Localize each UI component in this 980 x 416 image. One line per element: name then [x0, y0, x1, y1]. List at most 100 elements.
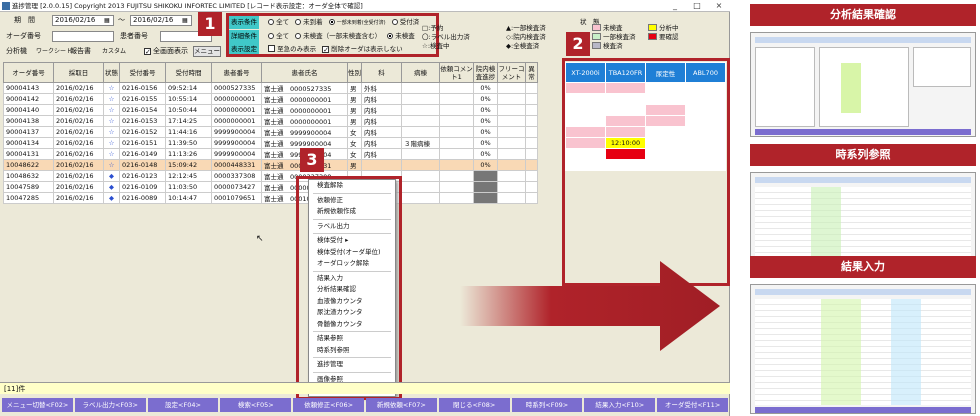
table-cell[interactable]: [401, 170, 440, 182]
table-cell[interactable]: 90004131: [3, 148, 54, 160]
table-cell[interactable]: 0000000001: [211, 115, 262, 127]
col-progress[interactable]: 院内検査進捗: [473, 62, 498, 83]
table-cell[interactable]: 0216-0109: [119, 181, 166, 193]
table-cell[interactable]: 富士通 0000000001: [261, 115, 348, 127]
table-cell[interactable]: ☆: [103, 137, 120, 149]
table-cell[interactable]: 0%: [473, 115, 498, 127]
table-cell[interactable]: 2016/02/16: [53, 115, 104, 127]
table-cell[interactable]: 0000337308: [211, 170, 262, 182]
table-cell[interactable]: 10:55:14: [165, 93, 212, 105]
table-cell[interactable]: [497, 126, 526, 138]
table-cell[interactable]: 15:09:42: [165, 159, 212, 171]
table-cell[interactable]: 内科: [361, 104, 402, 116]
table-cell[interactable]: [439, 82, 474, 94]
table-cell[interactable]: ☆: [103, 148, 120, 160]
table-cell[interactable]: 2016/02/16: [53, 192, 104, 204]
table-cell[interactable]: 12:12:45: [165, 170, 212, 182]
table-cell[interactable]: [473, 170, 498, 182]
table-cell[interactable]: 0%: [473, 137, 498, 149]
table-cell[interactable]: [439, 93, 474, 105]
table-cell[interactable]: [525, 159, 538, 171]
table-cell[interactable]: [497, 159, 526, 171]
table-cell[interactable]: [497, 170, 526, 182]
table-cell[interactable]: 09:52:14: [165, 82, 212, 94]
function-key-button[interactable]: 依頼修正<F06>: [293, 398, 364, 412]
table-cell[interactable]: 11:39:50: [165, 137, 212, 149]
table-row[interactable]: 10048632 2016/02/16 ◆ 0216-0123 12:12:45 0000…: [3, 170, 538, 182]
table-cell[interactable]: ３階病棟: [401, 137, 440, 149]
table-row[interactable]: 90004138 2016/02/16 ☆ 0216-0153 17:14:25 0000…: [3, 115, 538, 127]
table-cell[interactable]: 11:03:50: [165, 181, 212, 193]
table-cell[interactable]: [497, 181, 526, 193]
table-cell[interactable]: 0000000001: [211, 93, 262, 105]
table-cell[interactable]: 2016/02/16: [53, 181, 104, 193]
col-collect-date[interactable]: 採取日: [53, 62, 104, 83]
table-cell[interactable]: [401, 82, 440, 94]
table-cell[interactable]: 10047285: [3, 192, 54, 204]
table-cell[interactable]: ☆: [103, 82, 120, 94]
table-cell[interactable]: [525, 126, 538, 138]
table-row[interactable]: 90004134 2016/02/16 ☆ 0216-0151 11:39:50 9999…: [3, 137, 538, 149]
maximize-icon[interactable]: □: [686, 0, 708, 11]
table-cell[interactable]: 2016/02/16: [53, 104, 104, 116]
table-cell[interactable]: 2016/02/16: [53, 170, 104, 182]
table-cell[interactable]: ◆: [103, 181, 120, 193]
table-cell[interactable]: [497, 82, 526, 94]
table-cell[interactable]: 0000073427: [211, 181, 262, 193]
table-cell[interactable]: 90004140: [3, 104, 54, 116]
table-cell[interactable]: 90004143: [3, 82, 54, 94]
table-cell[interactable]: ◆: [103, 170, 120, 182]
table-cell[interactable]: [401, 104, 440, 116]
table-cell[interactable]: 11:13:26: [165, 148, 212, 160]
table-cell[interactable]: 0216-0123: [119, 170, 166, 182]
table-cell[interactable]: [525, 137, 538, 149]
table-cell[interactable]: 女: [347, 137, 362, 149]
table-cell[interactable]: [473, 181, 498, 193]
result-entry-thumbnail[interactable]: [750, 284, 976, 414]
table-cell[interactable]: 9999900004: [211, 126, 262, 138]
table-cell[interactable]: [401, 126, 440, 138]
table-cell[interactable]: 90004138: [3, 115, 54, 127]
table-cell[interactable]: [401, 192, 440, 204]
table-row[interactable]: 10047589 2016/02/16 ◆ 0216-0109 11:03:50 0000…: [3, 181, 538, 193]
table-cell[interactable]: 90004134: [3, 137, 54, 149]
table-cell[interactable]: 女: [347, 126, 362, 138]
table-cell[interactable]: ◆: [103, 192, 120, 204]
table-cell[interactable]: [439, 115, 474, 127]
menu-button[interactable]: メニュー: [193, 46, 221, 57]
close-icon[interactable]: ×: [708, 0, 730, 11]
calendar-icon[interactable]: ▦: [104, 15, 110, 26]
table-cell[interactable]: ☆: [103, 159, 120, 171]
table-cell[interactable]: [439, 137, 474, 149]
table-cell[interactable]: [497, 115, 526, 127]
table-cell[interactable]: 2016/02/16: [53, 93, 104, 105]
table-cell[interactable]: 富士通 0000000001: [261, 104, 348, 116]
col-reception-time[interactable]: 受付時間: [165, 62, 212, 83]
table-cell[interactable]: [401, 159, 440, 171]
table-cell[interactable]: [525, 170, 538, 182]
table-cell[interactable]: [439, 104, 474, 116]
table-cell[interactable]: 0%: [473, 159, 498, 171]
table-cell[interactable]: [497, 192, 526, 204]
table-cell[interactable]: [497, 148, 526, 160]
table-cell[interactable]: [439, 159, 474, 171]
calendar-icon[interactable]: ▦: [182, 15, 188, 26]
table-cell[interactable]: 17:14:25: [165, 115, 212, 127]
table-cell[interactable]: 2016/02/16: [53, 148, 104, 160]
table-cell[interactable]: 11:44:16: [165, 126, 212, 138]
table-cell[interactable]: 10:50:44: [165, 104, 212, 116]
table-cell[interactable]: [401, 115, 440, 127]
col-comment1[interactable]: 依頼コメント1: [439, 62, 474, 83]
table-cell[interactable]: 2016/02/16: [53, 82, 104, 94]
tab-worksheet[interactable]: ワークシート: [36, 46, 72, 57]
table-cell[interactable]: 0216-0154: [119, 104, 166, 116]
table-cell[interactable]: 男: [347, 159, 362, 171]
table-cell[interactable]: 0000527335: [211, 82, 262, 94]
table-cell[interactable]: [439, 192, 474, 204]
table-cell[interactable]: [497, 104, 526, 116]
table-cell[interactable]: ☆: [103, 104, 120, 116]
table-row[interactable]: 90004131 2016/02/16 ☆ 0216-0149 11:13:26 9999…: [3, 148, 538, 160]
table-cell[interactable]: 0216-0153: [119, 115, 166, 127]
col-dept[interactable]: 科: [361, 62, 402, 83]
table-cell[interactable]: 0216-0089: [119, 192, 166, 204]
